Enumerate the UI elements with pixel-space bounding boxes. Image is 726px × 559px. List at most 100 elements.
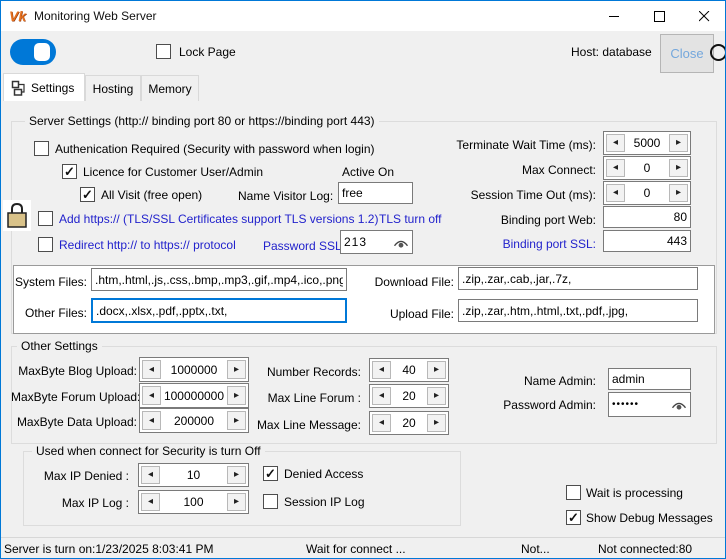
download-file-input[interactable] [458,267,698,290]
spin-left-icon[interactable] [372,387,391,405]
upload-file-label: Upload File: [361,307,454,321]
password-ssl-input[interactable] [341,235,392,249]
close-icon [699,11,710,22]
spin-left-icon[interactable] [142,411,161,430]
session-ip-log-checkbox[interactable] [263,494,278,509]
spin-right-icon[interactable] [227,386,246,405]
binding-port-web-input[interactable] [603,206,691,228]
spin-right-icon[interactable] [427,387,446,405]
terminate-wait-value: 5000 [625,136,669,150]
number-records-value: 40 [391,363,427,377]
add-https-label: Add https:// (TLS/SSL Certificates suppo… [59,212,378,226]
maxbyte-data-spinner[interactable]: 200000 [139,408,249,433]
spin-left-icon[interactable] [142,386,161,405]
active-on-label: Active On [342,165,394,179]
status-server-on: Server is turn on:1/23/2025 8:03:41 PM [4,542,213,556]
status-wait-connect: Wait for connect ... [306,542,406,556]
close-server-button[interactable]: Close [660,34,714,73]
all-visit-checkbox[interactable] [80,187,95,202]
maxbyte-data-value: 200000 [161,414,227,428]
spin-left-icon[interactable] [141,493,160,511]
system-files-label: System Files: [7,275,87,289]
spin-right-icon[interactable] [227,411,246,430]
max-ip-log-value: 100 [160,495,227,509]
tab-memory[interactable]: Memory [141,75,199,101]
tab-settings[interactable]: Settings [3,73,85,101]
maxbyte-blog-spinner[interactable]: 1000000 [139,357,249,382]
licence-label: Licence for Customer User/Admin [83,165,263,179]
password-admin-field[interactable] [608,392,691,417]
spin-right-icon[interactable] [669,184,688,202]
system-files-input[interactable] [91,268,347,291]
spin-left-icon[interactable] [142,360,161,379]
session-timeout-spinner[interactable]: 0 [603,181,691,205]
password-ssl-field[interactable] [340,230,413,254]
spin-left-icon[interactable] [372,414,391,432]
authentication-required-label: Authenication Required (Security with pa… [55,142,375,156]
maximize-button[interactable] [637,1,682,31]
lock-icon [3,200,31,231]
spin-left-icon[interactable] [606,184,625,202]
spin-left-icon[interactable] [141,466,160,484]
spin-left-icon[interactable] [372,361,391,379]
spin-right-icon[interactable] [227,360,246,379]
reveal-password-icon[interactable] [392,236,410,249]
authentication-required-checkbox[interactable] [34,141,49,156]
name-admin-label: Name Admin: [496,374,596,388]
session-timeout-label: Session Time Out (ms): [421,188,596,202]
app-window: Vk Monitoring Web Server Lock Page Host:… [0,0,726,559]
max-line-forum-value: 20 [391,389,427,403]
show-debug-checkbox[interactable] [566,510,581,525]
other-files-input[interactable] [91,298,347,323]
binding-port-ssl-input[interactable] [603,230,691,252]
close-window-button[interactable] [682,1,726,31]
max-line-forum-spinner[interactable]: 20 [369,384,449,408]
terminate-wait-label: Terminate Wait Time (ms): [421,138,596,152]
terminate-wait-spinner[interactable]: 5000 [603,131,691,155]
wait-processing-checkbox[interactable] [566,485,581,500]
denied-access-label: Denied Access [284,467,363,481]
max-ip-denied-value: 10 [160,468,227,482]
spin-left-icon[interactable] [606,159,625,177]
add-https-checkbox[interactable] [38,211,53,226]
spin-left-icon[interactable] [606,134,625,152]
name-visitor-log-input[interactable] [338,182,413,204]
denied-access-checkbox[interactable] [263,466,278,481]
tab-settings-label: Settings [31,81,74,95]
spin-right-icon[interactable] [227,493,246,511]
lock-page-checkbox[interactable] [156,44,171,59]
spin-right-icon[interactable] [227,466,246,484]
licence-checkbox[interactable] [62,164,77,179]
password-admin-input[interactable] [609,399,670,410]
max-ip-log-spinner[interactable]: 100 [138,490,249,514]
session-ip-log-label: Session IP Log [284,495,365,509]
settings-tab-icon [11,80,27,96]
maxbyte-forum-spinner[interactable]: 100000000 [139,383,249,408]
max-ip-denied-spinner[interactable]: 10 [138,463,249,487]
reveal-password-icon[interactable] [670,398,688,411]
name-admin-input[interactable] [608,368,691,390]
spin-right-icon[interactable] [427,414,446,432]
spin-right-icon[interactable] [427,361,446,379]
max-connect-label: Max Connect: [421,163,596,177]
other-files-label: Other Files: [7,306,87,320]
spin-right-icon[interactable] [669,159,688,177]
minimize-button[interactable] [592,1,637,31]
max-line-message-value: 20 [391,416,427,430]
server-settings-group-title: Server Settings (http:// binding port 80… [25,114,379,128]
tab-hosting[interactable]: Hosting [85,75,141,101]
tab-memory-label: Memory [148,82,191,96]
binding-port-web-label: Binding port Web: [421,213,596,227]
server-on-toggle[interactable] [10,39,56,65]
max-connect-spinner[interactable]: 0 [603,156,691,180]
spin-right-icon[interactable] [669,134,688,152]
redirect-https-checkbox[interactable] [38,237,53,252]
name-visitor-log-label: Name Visitor Log: [238,189,333,203]
upload-file-input[interactable] [458,299,698,322]
security-off-group-title: Used when connect for Security is turn O… [32,444,265,458]
max-line-message-label: Max Line Message: [256,418,361,432]
lock-page-label: Lock Page [179,45,236,59]
max-line-message-spinner[interactable]: 20 [369,411,449,435]
status-bar: Server is turn on:1/23/2025 8:03:41 PM W… [1,537,725,559]
number-records-spinner[interactable]: 40 [369,358,449,382]
